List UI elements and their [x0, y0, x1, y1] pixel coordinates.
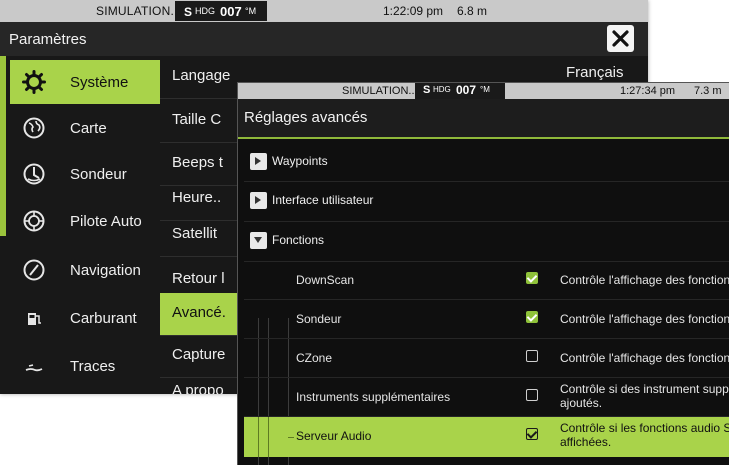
- settings-title-bar: Paramètres: [0, 22, 648, 56]
- function-row-czone[interactable]: CZone Contrôle l'affichage des fonctions: [244, 339, 729, 377]
- sidebar-item-navigation[interactable]: Navigation: [10, 248, 160, 292]
- chevron-right-icon: [255, 196, 261, 204]
- heading-value: 007: [220, 4, 242, 19]
- tree-node-label: Fonctions: [272, 233, 325, 247]
- setting-label: A propo: [172, 382, 224, 394]
- heading-readout: S HDG 007 °M: [175, 1, 267, 21]
- sonar-icon: [23, 163, 45, 185]
- sidebar-item-label: Pilote Auto: [70, 213, 142, 230]
- depth-readout: 6.8 m: [457, 4, 488, 18]
- function-checkbox[interactable]: [526, 350, 538, 362]
- sidebar-item-traces[interactable]: Traces: [10, 344, 160, 388]
- function-description: Contrôle l'affichage des fonctions: [560, 312, 729, 326]
- language-value: Français: [566, 64, 624, 81]
- function-name: Serveur Audio: [296, 429, 372, 443]
- function-row-downscan[interactable]: DownScan Contrôle l'affichage des foncti…: [244, 261, 729, 299]
- expand-button[interactable]: [250, 192, 267, 209]
- compass-icon: [23, 259, 45, 281]
- tree-node-label: Waypoints: [272, 154, 328, 168]
- function-description-line: affichées.: [560, 435, 612, 449]
- function-description: Contrôle si les fonctions audio Sor affi…: [560, 421, 729, 449]
- status-bar: SIMULATION... S HDG 007 °M 1:27:34 pm 7.…: [238, 83, 729, 99]
- sidebar-item-systeme[interactable]: Système: [10, 60, 160, 104]
- heading-value: 007: [456, 83, 477, 97]
- fuel-pump-icon: [28, 313, 41, 325]
- function-checkbox[interactable]: [526, 272, 538, 284]
- settings-sidebar: Système Carte Sondeur Pilote Auto Naviga…: [10, 56, 160, 394]
- status-bar: SIMULATION... S HDG 007 °M 1:22:09 pm 6.…: [0, 0, 648, 22]
- function-description-line: ajoutés.: [560, 396, 603, 410]
- autopilot-wheel-icon: [23, 210, 45, 232]
- simulation-indicator: SIMULATION...: [342, 85, 418, 97]
- setting-label: Retour l: [172, 270, 225, 287]
- depth-readout: 7.3 m: [694, 85, 722, 97]
- sidebar-item-label: Carburant: [70, 310, 137, 327]
- function-checkbox[interactable]: [526, 428, 538, 440]
- function-checkbox[interactable]: [526, 389, 538, 401]
- function-description-line: Contrôle si les fonctions audio Sor: [560, 421, 729, 435]
- sidebar-item-sondeur[interactable]: Sondeur: [10, 152, 160, 196]
- sidebar-item-label: Système: [70, 74, 129, 91]
- setting-label: Taille C: [172, 111, 222, 128]
- setting-label: Avancé.: [172, 304, 226, 321]
- tree-connector: [268, 417, 269, 457]
- setting-label: Langage: [172, 67, 231, 84]
- tree-node-waypoints[interactable]: Waypoints: [244, 143, 729, 181]
- heading-unit: °M: [245, 6, 257, 16]
- heading-label: HDG: [433, 85, 451, 94]
- function-row-instruments-supplementaires[interactable]: Instruments supplémentaires Contrôle si …: [244, 378, 729, 416]
- heading-source: S: [423, 84, 431, 96]
- advanced-settings-title-bar: Réglages avancés: [238, 99, 729, 139]
- advanced-settings-title: Réglages avancés: [244, 109, 368, 126]
- sidebar-item-carte[interactable]: Carte: [10, 106, 160, 150]
- heading-readout: S HDG 007 °M: [415, 83, 505, 99]
- globe-icon: [23, 117, 45, 139]
- clock: 1:22:09 pm: [383, 4, 444, 18]
- setting-label: Satellit: [172, 225, 218, 242]
- track-icon: [25, 364, 43, 372]
- function-description-line: Contrôle si des instrument supplé: [560, 382, 729, 396]
- chevron-down-icon: [254, 237, 262, 243]
- setting-label: Capture: [172, 346, 226, 363]
- function-row-serveur-audio[interactable]: Serveur Audio Contrôle si les fonctions …: [244, 417, 729, 457]
- chevron-right-icon: [255, 157, 261, 165]
- close-button[interactable]: [607, 25, 634, 52]
- tree-node-fonctions[interactable]: Fonctions: [244, 222, 729, 260]
- tree-node-label: Interface utilisateur: [272, 193, 374, 207]
- tree-connector: [258, 417, 259, 457]
- advanced-settings-window: SIMULATION... S HDG 007 °M 1:27:34 pm 7.…: [237, 82, 729, 465]
- tree-node-interface-utilisateur[interactable]: Interface utilisateur: [244, 182, 729, 220]
- function-name: CZone: [296, 351, 333, 365]
- expand-button[interactable]: [250, 153, 267, 170]
- scroll-indicator: [0, 56, 6, 236]
- close-icon: [612, 30, 629, 47]
- simulation-indicator: SIMULATION...: [96, 4, 182, 18]
- sidebar-item-label: Carte: [70, 120, 107, 137]
- sidebar-item-label: Traces: [70, 358, 116, 375]
- function-name: DownScan: [296, 273, 355, 287]
- function-description: Contrôle l'affichage des fonctions: [560, 273, 729, 287]
- function-description: Contrôle l'affichage des fonctions: [560, 351, 729, 365]
- sidebar-item-carburant[interactable]: Carburant: [10, 296, 160, 340]
- function-name: Sondeur: [296, 312, 342, 326]
- tree-connector: [288, 437, 294, 438]
- settings-title: Paramètres: [9, 31, 87, 48]
- setting-label: Heure..: [172, 189, 222, 206]
- sidebar-item-pilote-auto[interactable]: Pilote Auto: [10, 199, 160, 243]
- setting-label: Beeps t: [172, 154, 223, 171]
- clock: 1:27:34 pm: [620, 85, 676, 97]
- sidebar-item-label: Navigation: [70, 262, 141, 279]
- heading-source: S: [184, 5, 193, 19]
- function-row-sondeur[interactable]: Sondeur Contrôle l'affichage des fonctio…: [244, 300, 729, 338]
- gear-icon: [22, 70, 46, 94]
- function-name: Instruments supplémentaires: [296, 390, 451, 404]
- collapse-button[interactable]: [250, 232, 267, 249]
- advanced-settings-tree: Waypoints Interface utilisateur Fonction…: [244, 143, 729, 465]
- sidebar-item-label: Sondeur: [70, 166, 127, 183]
- function-checkbox[interactable]: [526, 311, 538, 323]
- function-description: Contrôle si des instrument supplé ajouté…: [560, 382, 729, 410]
- heading-unit: °M: [480, 85, 490, 94]
- heading-label: HDG: [195, 6, 215, 16]
